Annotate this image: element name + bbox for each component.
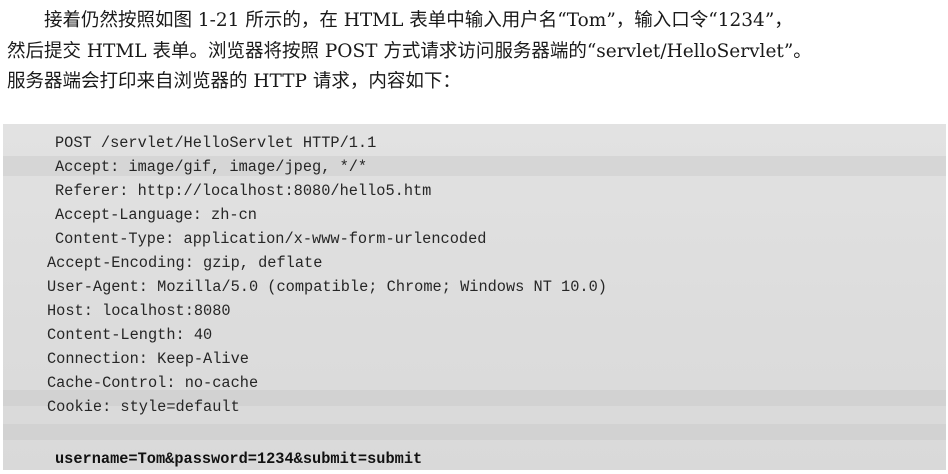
header-line: Accept-Encoding: gzip, deflate [47,254,323,272]
header-line: Content-Type: application/x-www-form-url… [55,230,487,248]
header-line: Referer: http://localhost:8080/hello5.ht… [55,182,432,200]
header-line: Content-Length: 40 [47,326,213,344]
http-request-listing: POST /servlet/HelloServlet HTTP/1.1 Acce… [3,124,946,470]
request-line: POST /servlet/HelloServlet HTTP/1.1 [55,134,377,152]
intro-paragraph: 接着仍然按照如图 1-21 所示的，在 HTML 表单中输入用户名“Tom”，输… [7,6,942,98]
header-line: Host: localhost:8080 [47,302,231,320]
header-line: Accept-Language: zh-cn [55,206,257,224]
bleed-through-shadow [3,424,946,440]
header-line: Accept: image/gif, image/jpeg, */* [55,158,368,176]
header-line: Connection: Keep-Alive [47,350,249,368]
header-line: Cookie: style=default [47,398,240,416]
request-body-line: username=Tom&password=1234&submit=submit [55,450,423,468]
paragraph-line: 接着仍然按照如图 1-21 所示的，在 HTML 表单中输入用户名“Tom”，输… [44,10,793,31]
book-page: 接着仍然按照如图 1-21 所示的，在 HTML 表单中输入用户名“Tom”，输… [0,0,948,474]
header-line: Cache-Control: no-cache [47,374,259,392]
paragraph-line: 然后提交 HTML 表单。浏览器将按照 POST 方式请求访问服务器端的“ser… [7,40,812,62]
header-line: User-Agent: Mozilla/5.0 (compatible; Chr… [47,278,607,296]
paragraph-line: 服务器端会打印来自浏览器的 HTTP 请求，内容如下： [7,71,461,92]
